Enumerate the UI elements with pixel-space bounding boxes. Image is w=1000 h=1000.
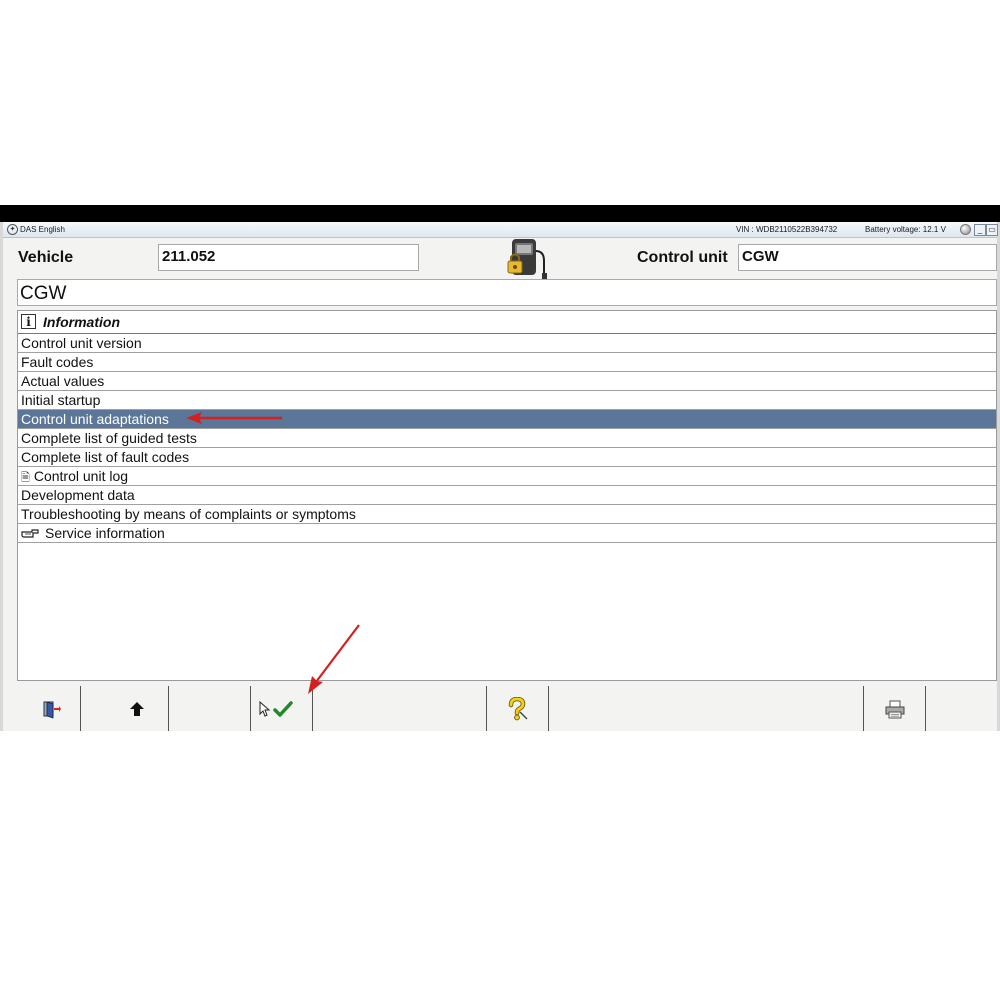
diagnostic-device-icon [507, 239, 547, 279]
bottom-toolbar [3, 684, 997, 731]
menu-item-initial-startup[interactable]: Initial startup [18, 391, 996, 410]
menu-item-control-unit-log[interactable]: 🗎 Control unit log [18, 467, 996, 486]
back-up-button[interactable] [123, 696, 151, 722]
up-arrow-icon [130, 702, 144, 716]
title-bar: ✦ DAS English VIN : WDB2110522B394732 Ba… [3, 222, 998, 238]
toolbar-separator [168, 686, 169, 731]
menu-item-label: Complete list of fault codes [21, 449, 190, 465]
menu-item-label: Service information [45, 525, 165, 541]
unit-name-field: CGW [17, 279, 997, 306]
information-menu: i Information Control unit version Fault… [17, 310, 997, 681]
info-icon: i [21, 314, 36, 329]
toolbar-separator [548, 686, 549, 731]
confirm-button[interactable] [269, 696, 297, 722]
toolbar-separator [312, 686, 313, 731]
menu-item-guided-tests[interactable]: Complete list of guided tests [18, 429, 996, 448]
vin-readout: VIN : WDB2110522B394732 [736, 225, 838, 234]
control-unit-field: CGW [738, 244, 997, 271]
menu-item-fault-codes[interactable]: Fault codes [18, 353, 996, 372]
toolbar-separator [250, 686, 251, 731]
menu-header: i Information [18, 311, 996, 334]
toolbar-separator [486, 686, 487, 731]
exit-button[interactable] [37, 696, 65, 722]
menu-item-control-unit-adaptations[interactable]: Control unit adaptations [18, 410, 996, 429]
menu-item-troubleshooting[interactable]: Troubleshooting by means of complaints o… [18, 505, 996, 524]
checkmark-icon [273, 701, 293, 717]
menu-item-service-information[interactable]: Service information [18, 524, 996, 543]
toolbar-separator [925, 686, 926, 731]
pointing-hand-icon [21, 529, 39, 538]
menu-item-label: Control unit adaptations [21, 411, 169, 427]
menu-item-label: Control unit version [21, 335, 142, 351]
menu-item-label: Actual values [21, 373, 105, 389]
document-icon: 🗎 [21, 472, 30, 484]
menu-title: Information [43, 314, 120, 330]
help-button[interactable] [503, 696, 531, 722]
battery-status-icon [960, 224, 971, 235]
print-button[interactable] [881, 696, 909, 722]
das-window: ✦ DAS English VIN : WDB2110522B394732 Ba… [0, 222, 1000, 731]
menu-item-label: Fault codes [21, 354, 94, 370]
menu-item-control-unit-version[interactable]: Control unit version [18, 334, 996, 353]
menu-item-label: Initial startup [21, 392, 101, 408]
printer-icon [885, 700, 905, 719]
window-title: DAS English [20, 225, 65, 234]
minimize-button[interactable]: _ [974, 224, 986, 236]
menu-item-label: Development data [21, 487, 135, 503]
control-unit-label: Control unit [637, 249, 728, 266]
menu-item-label: Control unit log [33, 468, 129, 484]
help-icon [508, 697, 528, 721]
app-logo-icon: ✦ [7, 224, 18, 235]
toolbar-separator [863, 686, 864, 731]
restore-button[interactable]: ▭ [986, 224, 998, 236]
menu-item-development-data[interactable]: Development data [18, 486, 996, 505]
battery-voltage-readout: Battery voltage: 12.1 V [865, 225, 946, 234]
menu-item-actual-values[interactable]: Actual values [18, 372, 996, 391]
menu-item-label: Complete list of guided tests [21, 430, 197, 446]
black-bar [0, 205, 1000, 222]
vehicle-field: 211.052 [158, 244, 419, 271]
menu-item-label: Troubleshooting by means of complaints o… [21, 506, 356, 522]
menu-item-fault-code-list[interactable]: Complete list of fault codes [18, 448, 996, 467]
vehicle-label: Vehicle [18, 249, 74, 266]
exit-door-icon [43, 701, 61, 719]
toolbar-separator [80, 686, 81, 731]
